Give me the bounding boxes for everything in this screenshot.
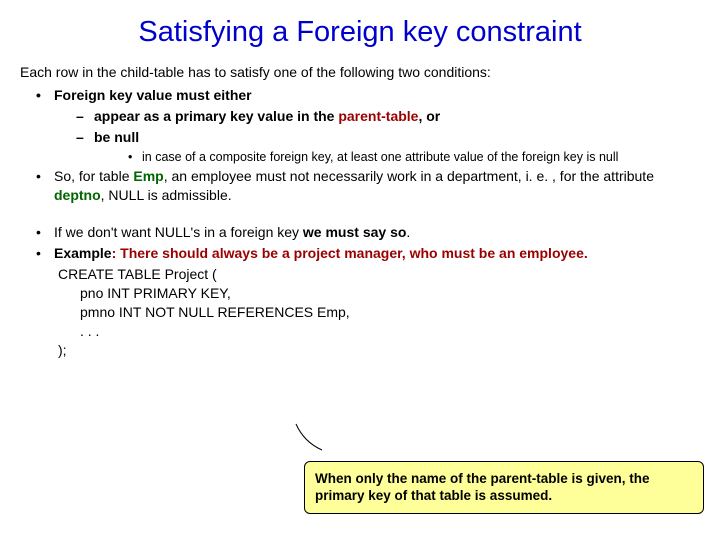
emp-term: Emp xyxy=(133,168,163,184)
sub-appear-as-pk: appear as a primary key value in the par… xyxy=(76,107,700,126)
sub-appear-post: , or xyxy=(418,108,440,124)
bullet-example: Example: There should always be a projec… xyxy=(36,244,700,263)
code-line-5: ); xyxy=(58,341,700,360)
callout-box: When only the name of the parent-table i… xyxy=(304,461,704,514)
code-line-1: CREATE TABLE Project ( xyxy=(58,265,700,284)
no-null-pre: If we don't want NULL's in a foreign key xyxy=(54,224,303,240)
sub-list-either: appear as a primary key value in the par… xyxy=(54,107,700,166)
so-pre: So, for table xyxy=(54,168,133,184)
sub-be-null-text: be null xyxy=(94,129,139,145)
slide-title: Satisfying a Foreign key constraint xyxy=(20,10,700,63)
callout-connector xyxy=(294,422,324,452)
bullet-so-emp: So, for table Emp, an employee must not … xyxy=(36,167,700,205)
example-text-pre: : There should always be a project manag… xyxy=(112,245,442,261)
bullet-fk-value-text: Foreign key value must either xyxy=(54,87,252,103)
example-label: Example xyxy=(54,245,112,261)
parent-table-term: parent-table xyxy=(338,108,418,124)
no-null-bold: we must say so xyxy=(303,224,407,240)
sub-be-null: be null in case of a composite foreign k… xyxy=(76,128,700,166)
code-line-4: . . . xyxy=(58,322,700,341)
code-line-3: pmno INT NOT NULL REFERENCES Emp, xyxy=(58,303,700,322)
bullet-fk-value: Foreign key value must either appear as … xyxy=(36,86,700,166)
bullet-no-null: If we don't want NULL's in a foreign key… xyxy=(36,223,700,242)
example-text-bold: must xyxy=(441,245,474,261)
no-null-post: . xyxy=(406,224,410,240)
note-list: in case of a composite foreign key, at l… xyxy=(94,149,700,166)
bullet-list: Foreign key value must either appear as … xyxy=(20,86,700,205)
note-composite: in case of a composite foreign key, at l… xyxy=(128,149,700,166)
so-post: , NULL is admissible. xyxy=(101,187,232,203)
slide: Satisfying a Foreign key constraint Each… xyxy=(0,0,720,540)
deptno-term: deptno xyxy=(54,187,101,203)
so-mid: , an employee must not necessarily work … xyxy=(164,168,654,184)
lead-text: Each row in the child-table has to satis… xyxy=(20,63,700,82)
sub-appear-pre: appear as a primary key value in the xyxy=(94,108,338,124)
code-block: CREATE TABLE Project ( pno INT PRIMARY K… xyxy=(20,265,700,359)
code-line-2: pno INT PRIMARY KEY, xyxy=(58,284,700,303)
slide-body: Each row in the child-table has to satis… xyxy=(20,63,700,359)
bullet-list-2: If we don't want NULL's in a foreign key… xyxy=(20,223,700,263)
spacer xyxy=(20,207,700,221)
example-text-post: be an employee. xyxy=(475,245,588,261)
